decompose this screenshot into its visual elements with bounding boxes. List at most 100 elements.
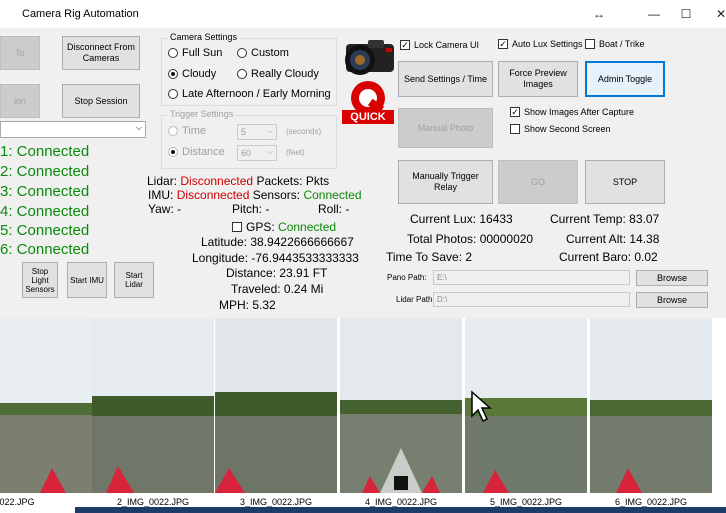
yaw-label: Yaw: — [148, 202, 174, 216]
time-interval-select[interactable]: 5 ⌵ — [237, 124, 277, 140]
resize-icon[interactable]: ↔ — [586, 4, 612, 24]
checkbox-label: Show Images After Capture — [524, 107, 635, 117]
close-button[interactable]: ✕ — [708, 4, 726, 24]
gps-status: Connected — [278, 220, 337, 234]
radio-late-afternoon[interactable]: Late Afternoon / Early Morning — [168, 88, 331, 100]
manual-photo-button[interactable]: Manual Photo — [398, 108, 493, 148]
radio-label: Cloudy — [182, 68, 217, 80]
thumbnail-image-4[interactable] — [340, 318, 462, 493]
connect-cameras-button[interactable]: To — [0, 36, 40, 70]
radio-cloudy[interactable]: Cloudy — [168, 68, 216, 80]
roll-label: Roll: — [318, 202, 343, 216]
distance-interval-select[interactable]: 60 ⌵ — [237, 145, 277, 161]
force-preview-button[interactable]: Force Preview Images — [498, 61, 578, 97]
stop-light-sensors-button[interactable]: Stop Light Sensors — [22, 262, 58, 298]
current-baro-readout: Current Baro: 0.02 — [559, 250, 658, 264]
pitch-label: Pitch: — [232, 202, 263, 216]
sensors-label: Sensors: — [252, 188, 301, 202]
chevron-down-icon: ⌵ — [135, 123, 142, 132]
camera-status-4: 4: Connected — [0, 203, 90, 220]
minimize-button[interactable]: — — [641, 4, 667, 24]
checkbox-label: Boat / Trike — [599, 39, 645, 49]
boat-trike-checkbox[interactable]: Boat / Trike — [585, 39, 645, 49]
logo-text: QUICK — [350, 111, 386, 123]
current-temp-readout: Current Temp: 83.07 — [550, 212, 660, 226]
stop-button[interactable]: STOP — [585, 160, 665, 204]
gps-label: GPS: — [246, 220, 275, 234]
radio-circle-selected — [168, 147, 178, 157]
trigger-settings-title: Trigger Settings — [168, 109, 236, 119]
thumbnail-caption-1: 022.JPG — [0, 497, 35, 507]
time-to-save-readout: Time To Save: 2 — [386, 250, 473, 264]
start-lidar-button[interactable]: Start Lidar — [114, 262, 154, 298]
longitude-readout: Longitude: -76.9443533333333 — [192, 251, 359, 265]
packets-value: Pkts — [305, 174, 330, 188]
thumbnail-caption-2: 2_IMG_0022.JPG — [116, 497, 190, 507]
checkbox-unchecked — [585, 39, 595, 49]
thumbnail-image-6[interactable] — [590, 318, 712, 493]
thumbnail-image-3[interactable] — [215, 318, 337, 493]
lidar-path-field[interactable]: D:\ — [433, 292, 630, 307]
radio-label: Custom — [251, 47, 289, 59]
radio-circle — [237, 69, 247, 79]
camera-status-3: 3: Connected — [0, 183, 90, 200]
pitch-value: - — [265, 202, 270, 216]
radio-custom[interactable]: Custom — [237, 47, 289, 59]
disconnect-cameras-button[interactable]: Disconnect From Cameras — [62, 36, 140, 70]
manual-relay-button[interactable]: Manually Trigger Relay — [398, 160, 493, 204]
camera-status-5: 5: Connected — [0, 222, 90, 239]
lidar-status: Disconnected — [180, 174, 254, 188]
total-photos-readout: Total Photos: 00000020 — [407, 232, 534, 246]
pano-path-label: Pano Path: — [387, 273, 427, 282]
camera-status-2: 2: Connected — [0, 163, 90, 180]
taskbar-strip — [75, 507, 726, 513]
lidar-label: Lidar: — [147, 174, 178, 188]
sensors-status: Connected — [303, 188, 362, 202]
send-settings-button[interactable]: Send Settings / Time — [398, 61, 493, 97]
radio-distance[interactable]: Distance — [168, 146, 225, 158]
thumbnail-image-2[interactable] — [92, 318, 214, 493]
thumbnail-image-1[interactable] — [0, 318, 92, 493]
latitude-readout: Latitude: 38.9422666666667 — [201, 235, 354, 249]
checkbox-checked: ✓ — [498, 39, 508, 49]
camera-settings-title: Camera Settings — [168, 32, 240, 42]
camera-dropdown[interactable]: ⌵ — [0, 121, 146, 138]
radio-time[interactable]: Time — [168, 125, 206, 137]
roll-readout: Roll: - — [318, 202, 349, 216]
imu-status-line: IMU: Disconnected Sensors: Connected — [148, 188, 362, 202]
lidar-browse-button[interactable]: Browse — [636, 292, 708, 308]
start-imu-button[interactable]: Start IMU — [67, 262, 107, 298]
thumbnail-caption-4: 4_IMG_0022.JPG — [364, 497, 438, 507]
admin-toggle-button[interactable]: Admin Toggle — [585, 61, 665, 97]
mouse-cursor-icon — [470, 390, 492, 427]
gps-checkbox[interactable] — [232, 222, 242, 232]
pitch-readout: Pitch: - — [232, 202, 269, 216]
distance-readout: Distance: 23.91 FT — [226, 266, 328, 280]
radio-circle-selected — [168, 69, 178, 79]
radio-label: Distance — [182, 146, 225, 158]
window-title: Camera Rig Automation — [22, 8, 139, 20]
radio-label: Really Cloudy — [251, 68, 319, 80]
camera-status-1: 1: Connected — [0, 143, 90, 160]
checkbox-checked: ✓ — [510, 107, 520, 117]
yaw-value: - — [177, 202, 182, 216]
stop-session-button[interactable]: Stop Session — [62, 84, 140, 118]
radio-really-cloudy[interactable]: Really Cloudy — [237, 68, 319, 80]
thumbnail-caption-3: 3_IMG_0022.JPG — [239, 497, 313, 507]
traveled-readout: Traveled: 0.24 Mi — [231, 282, 324, 296]
go-button[interactable]: GO — [498, 160, 578, 204]
auto-lux-checkbox[interactable]: ✓ Auto Lux Settings — [498, 39, 583, 49]
show-second-screen-checkbox[interactable]: Show Second Screen — [510, 124, 611, 134]
maximize-button[interactable]: ☐ — [673, 4, 699, 24]
show-images-checkbox[interactable]: ✓ Show Images After Capture — [510, 107, 634, 117]
current-lux-readout: Current Lux: 16433 — [410, 212, 513, 226]
pano-path-field[interactable]: E:\ — [433, 270, 630, 285]
yaw-readout: Yaw: - — [148, 202, 181, 216]
radio-circle — [168, 126, 178, 136]
pano-browse-button[interactable]: Browse — [636, 270, 708, 286]
radio-full-sun[interactable]: Full Sun — [168, 47, 222, 59]
lock-camera-checkbox[interactable]: ✓ Lock Camera UI — [400, 40, 479, 50]
start-session-button[interactable]: ion — [0, 84, 40, 118]
packets-label: Packets: — [256, 174, 303, 188]
roll-value: - — [345, 202, 350, 216]
